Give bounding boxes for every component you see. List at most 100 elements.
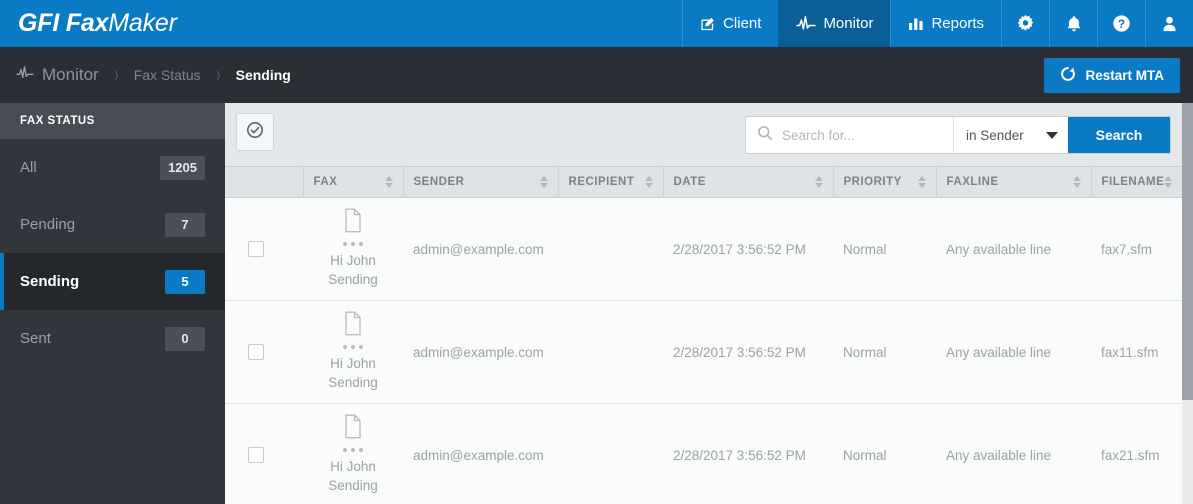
vertical-scrollbar[interactable] xyxy=(1182,103,1193,504)
table-row[interactable]: Hi John Sending admin@example.com 2/28/2… xyxy=(225,197,1182,301)
row-sender-cell: admin@example.com xyxy=(403,403,558,504)
row-recipient-cell xyxy=(558,197,663,301)
row-checkbox[interactable] xyxy=(248,241,264,257)
row-select-cell xyxy=(225,197,303,301)
bar-chart-icon xyxy=(908,17,924,31)
row-fax-subject: Hi John xyxy=(330,458,376,474)
column-header-priority[interactable]: PRIORITY xyxy=(833,166,937,198)
sidebar-item-sending-label: Sending xyxy=(20,273,80,290)
sort-icon-fax[interactable] xyxy=(384,176,393,188)
column-header-recipient[interactable]: RECIPIENT xyxy=(558,166,664,198)
table-body: Hi John Sending admin@example.com 2/28/2… xyxy=(225,197,1182,504)
breadcrumb-item-monitor[interactable]: Monitor xyxy=(16,65,99,85)
compose-icon xyxy=(700,16,716,32)
row-fax-status: Sending xyxy=(328,375,378,391)
row-fax-cell: Hi John Sending xyxy=(303,403,403,504)
column-header-fax[interactable]: FAX xyxy=(303,166,404,198)
nav-item-client-label: Client xyxy=(723,15,762,32)
scrollbar-thumb[interactable] xyxy=(1182,103,1193,400)
search-button[interactable]: Search xyxy=(1068,117,1170,153)
row-date-cell: 2/28/2017 3:56:52 PM xyxy=(663,403,833,504)
row-select-cell xyxy=(225,300,303,404)
row-fax-status: Sending xyxy=(328,272,378,288)
table-row[interactable]: Hi John Sending admin@example.com 2/28/2… xyxy=(225,403,1182,504)
row-priority-cell: Normal xyxy=(833,197,936,301)
account-button[interactable] xyxy=(1145,0,1193,47)
sidebar-item-pending-label: Pending xyxy=(20,216,76,233)
breadcrumb-item-fax-status[interactable]: Fax Status xyxy=(134,67,201,83)
nav-item-client[interactable]: Client xyxy=(682,0,778,47)
row-fax-subject: Hi John xyxy=(330,355,376,371)
column-header-sender-label: SENDER xyxy=(413,176,465,188)
row-date-cell: 2/28/2017 3:56:52 PM xyxy=(663,197,833,301)
document-icon xyxy=(313,208,393,239)
restart-mta-label: Restart MTA xyxy=(1085,68,1164,83)
search-field[interactable] xyxy=(746,117,953,153)
column-header-date[interactable]: DATE xyxy=(663,166,834,198)
sort-icon-sender[interactable] xyxy=(539,176,548,188)
row-checkbox[interactable] xyxy=(248,447,264,463)
row-checkbox[interactable] xyxy=(248,344,264,360)
svg-text:?: ? xyxy=(1118,17,1125,31)
row-sender-cell: admin@example.com xyxy=(403,197,558,301)
nav-item-monitor[interactable]: Monitor xyxy=(778,0,891,47)
content-toolbar: in Sender Search xyxy=(225,103,1182,166)
row-filename-cell: fax7.sfm xyxy=(1091,197,1182,301)
nav-item-reports[interactable]: Reports xyxy=(890,0,1001,47)
progress-dots-icon xyxy=(313,447,393,452)
app-header: GFI Fax Maker Client Monitor Reports ? xyxy=(0,0,1193,47)
row-priority-cell: Normal xyxy=(833,300,936,404)
breadcrumb-monitor-label: Monitor xyxy=(42,65,99,84)
nav-item-monitor-label: Monitor xyxy=(823,15,874,32)
select-all-button[interactable] xyxy=(236,113,274,151)
sort-icon-faxline[interactable] xyxy=(1072,176,1081,188)
column-header-faxline[interactable]: FAXLINE xyxy=(936,166,1092,198)
main-nav: Client Monitor Reports ? xyxy=(682,0,1193,47)
main-content: in Sender Search FAX xyxy=(225,103,1182,504)
sort-icon-filename[interactable] xyxy=(1164,176,1173,188)
pulse-icon xyxy=(16,65,34,85)
breadcrumb: Monitor › Fax Status › Sending xyxy=(0,63,291,87)
help-icon: ? xyxy=(1112,14,1131,33)
notifications-button[interactable] xyxy=(1049,0,1097,47)
sidebar-item-sent-label: Sent xyxy=(20,330,51,347)
sort-icon-priority[interactable] xyxy=(917,176,926,188)
column-header-faxline-label: FAXLINE xyxy=(946,176,999,188)
document-icon xyxy=(313,414,393,445)
row-faxline-cell: Any available line xyxy=(936,197,1091,301)
sidebar-item-sending[interactable]: Sending 5 xyxy=(0,253,225,310)
row-filename-cell: fax11.sfm xyxy=(1091,300,1182,404)
column-header-recipient-label: RECIPIENT xyxy=(568,176,635,188)
column-header-filename-label: FILENAME xyxy=(1101,176,1165,188)
search-input[interactable] xyxy=(782,127,942,143)
row-fax-subject: Hi John xyxy=(330,252,376,268)
sidebar-item-pending[interactable]: Pending 7 xyxy=(0,196,225,253)
chevron-down-icon xyxy=(1046,131,1058,139)
table-header-row: FAX SENDER RECIPIENT DATE PRIORITY FAXLI… xyxy=(225,166,1182,198)
sidebar-item-sent[interactable]: Sent 0 xyxy=(0,310,225,367)
app-logo[interactable]: GFI Fax Maker xyxy=(0,0,177,47)
column-header-date-label: DATE xyxy=(673,176,706,188)
user-icon xyxy=(1161,15,1178,33)
progress-dots-icon xyxy=(313,344,393,349)
row-select-cell xyxy=(225,403,303,504)
sidebar-title: FAX STATUS xyxy=(0,103,225,139)
sort-icon-date[interactable] xyxy=(814,176,823,188)
row-faxline-cell: Any available line xyxy=(936,300,1091,404)
header-spacer xyxy=(177,0,682,47)
restart-mta-button[interactable]: Restart MTA xyxy=(1044,58,1180,93)
column-header-sender[interactable]: SENDER xyxy=(403,166,559,198)
sort-icon-recipient[interactable] xyxy=(644,176,653,188)
settings-button[interactable] xyxy=(1001,0,1049,47)
row-recipient-cell xyxy=(558,403,663,504)
table-row[interactable]: Hi John Sending admin@example.com 2/28/2… xyxy=(225,300,1182,404)
column-header-filename[interactable]: FILENAME xyxy=(1091,166,1182,198)
row-fax-cell: Hi John Sending xyxy=(303,300,403,404)
table-header: FAX SENDER RECIPIENT DATE PRIORITY FAXLI… xyxy=(225,166,1182,198)
search-scope-dropdown[interactable]: in Sender xyxy=(953,117,1068,153)
help-button[interactable]: ? xyxy=(1097,0,1145,47)
breadcrumb-separator: › xyxy=(114,63,119,86)
fax-table: FAX SENDER RECIPIENT DATE PRIORITY FAXLI… xyxy=(225,166,1182,504)
row-fax-status: Sending xyxy=(328,478,378,494)
sidebar-item-all[interactable]: All 1205 xyxy=(0,139,225,196)
